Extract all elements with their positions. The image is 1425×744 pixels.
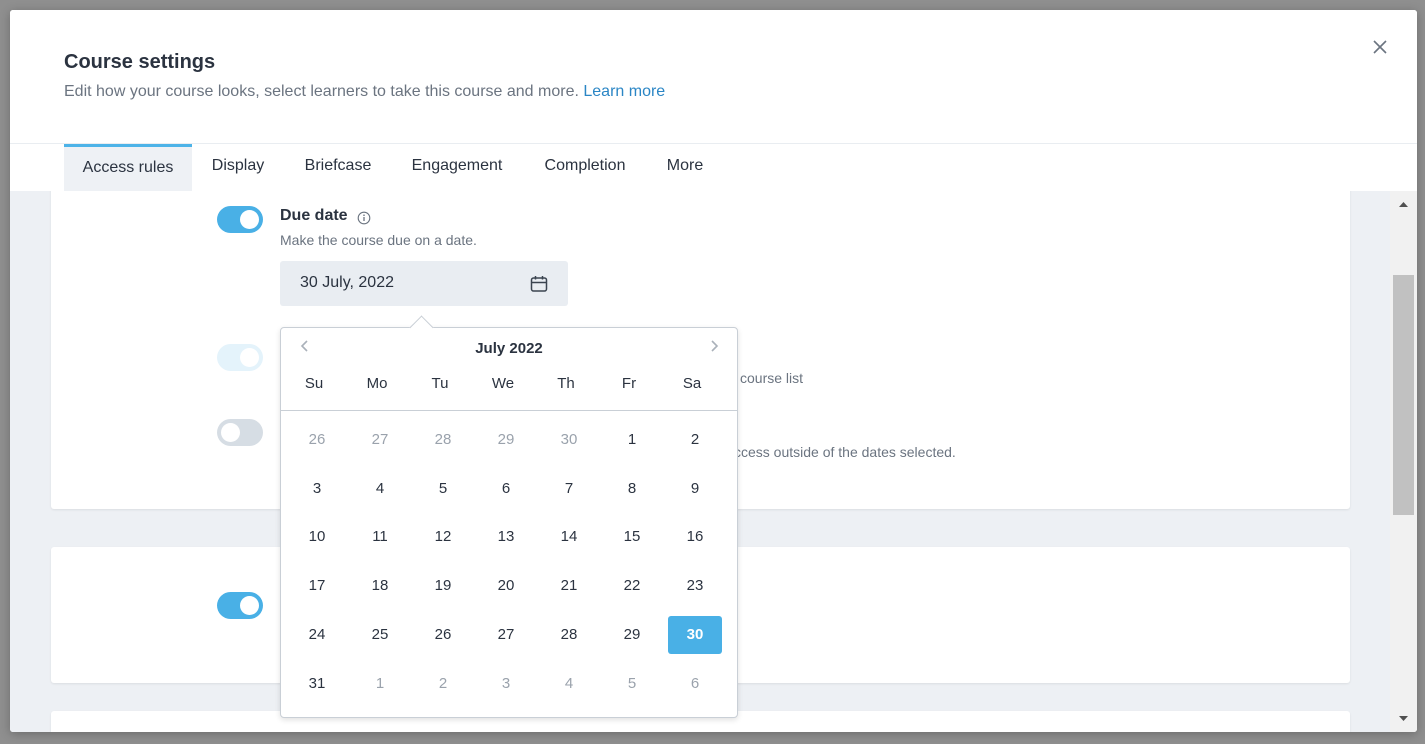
due-date-value: 30 July, 2022 xyxy=(300,274,394,291)
calendar-day[interactable]: 10 xyxy=(290,518,344,556)
calendar-day[interactable]: 22 xyxy=(605,567,659,605)
toggle-knob xyxy=(240,348,259,367)
close-icon[interactable] xyxy=(1369,36,1391,58)
scroll-down-arrow-icon[interactable] xyxy=(1390,712,1417,726)
calendar-day[interactable]: 1 xyxy=(605,421,659,459)
due-date-label: Due date xyxy=(280,207,348,224)
learn-more-link[interactable]: Learn more xyxy=(583,83,665,100)
modal-title: Course settings xyxy=(64,51,216,73)
course-list-description: course list xyxy=(740,370,804,386)
calendar-day[interactable]: 24 xyxy=(290,616,344,654)
calendar-day[interactable]: 15 xyxy=(605,518,659,556)
due-date-description: Make the course due on a date. xyxy=(280,232,477,248)
calendar-day[interactable]: 9 xyxy=(668,470,722,508)
calendar-day[interactable]: 27 xyxy=(353,421,407,459)
calendar-day[interactable]: 30 xyxy=(542,421,596,459)
tab-completion[interactable]: Completion xyxy=(530,144,640,191)
datepicker-month-label: July 2022 xyxy=(475,340,543,357)
calendar-day[interactable]: 8 xyxy=(605,470,659,508)
weekday-label: Mo xyxy=(366,375,388,392)
calendar-day[interactable]: 6 xyxy=(479,470,533,508)
calendar-day[interactable]: 29 xyxy=(479,421,533,459)
tab-more[interactable]: More xyxy=(655,144,715,191)
restrict-access-toggle[interactable] xyxy=(217,419,263,446)
tab-engagement[interactable]: Engagement xyxy=(398,144,516,191)
due-date-toggle[interactable] xyxy=(217,206,263,233)
selected-day[interactable]: 30 xyxy=(668,615,722,654)
calendar-day[interactable]: 21 xyxy=(542,567,596,605)
tab-access-rules[interactable]: Access rules xyxy=(64,144,192,191)
weekday-label: We xyxy=(491,375,515,392)
calendar-day[interactable]: 12 xyxy=(416,518,470,556)
calendar-day[interactable]: 5 xyxy=(416,470,470,508)
due-date-input[interactable]: 30 July, 2022 xyxy=(280,261,568,306)
weekday-label: Su xyxy=(304,375,324,392)
toggle-knob xyxy=(240,210,259,229)
calendar-day[interactable]: 26 xyxy=(416,616,470,654)
calendar-day[interactable]: 3 xyxy=(479,665,533,703)
calendar-day[interactable]: 25 xyxy=(353,616,407,654)
calendar-day[interactable]: 2 xyxy=(416,665,470,703)
calendar-day[interactable]: 18 xyxy=(353,567,407,605)
weekday-label: Th xyxy=(557,375,575,392)
calendar-day[interactable]: 16 xyxy=(668,518,722,556)
access-outside-description: ccess outside of the dates selected. xyxy=(734,444,956,460)
weekday-label: Tu xyxy=(431,375,449,392)
modal-header: Course settings Edit how your course loo… xyxy=(10,10,1417,143)
calendar-day[interactable]: 31 xyxy=(290,665,344,703)
calendar-day[interactable]: 3 xyxy=(290,470,344,508)
modal-subtitle-text: Edit how your course looks, select learn… xyxy=(64,83,579,100)
calendar-day[interactable]: 17 xyxy=(290,567,344,605)
calendar-day[interactable]: 5 xyxy=(605,665,659,703)
scrollbar[interactable] xyxy=(1390,191,1417,732)
calendar-day[interactable]: 29 xyxy=(605,616,659,654)
calendar-day[interactable]: 23 xyxy=(668,567,722,605)
calendar-day[interactable]: 27 xyxy=(479,616,533,654)
calendar-day[interactable]: 14 xyxy=(542,518,596,556)
calendar-day[interactable]: 11 xyxy=(353,518,407,556)
datepicker-divider xyxy=(281,410,737,411)
show-in-list-toggle[interactable] xyxy=(217,344,263,371)
calendar-day[interactable]: 6 xyxy=(668,665,722,703)
weekday-label: Fr xyxy=(621,375,637,392)
calendar-day[interactable]: 26 xyxy=(290,421,344,459)
tab-briefcase[interactable]: Briefcase xyxy=(290,144,386,191)
calendar-day[interactable]: 7 xyxy=(542,470,596,508)
datepicker-popup: July 2022 Su Mo Tu We Th Fr Sa 26 27 28 29 30 1 2 3 4 5… xyxy=(280,315,738,718)
calendar-day[interactable]: 13 xyxy=(479,518,533,556)
toggle-knob xyxy=(221,423,240,442)
calendar-day[interactable]: 28 xyxy=(416,421,470,459)
setting-toggle-2[interactable] xyxy=(217,592,263,619)
calendar-day[interactable]: 1 xyxy=(353,665,407,703)
modal-subtitle: Edit how your course looks, select learn… xyxy=(64,83,665,101)
info-icon[interactable] xyxy=(357,211,371,225)
chevron-right-icon[interactable] xyxy=(706,338,722,354)
weekday-label: Sa xyxy=(682,375,702,392)
calendar-day[interactable]: 4 xyxy=(542,665,596,703)
calendar-icon[interactable] xyxy=(529,274,549,294)
tab-display[interactable]: Display xyxy=(196,144,280,191)
scroll-up-arrow-icon[interactable] xyxy=(1390,197,1417,211)
calendar-day[interactable]: 4 xyxy=(353,470,407,508)
calendar-day[interactable]: 19 xyxy=(416,567,470,605)
calendar-day[interactable]: 2 xyxy=(668,421,722,459)
scrollbar-thumb[interactable] xyxy=(1393,275,1414,515)
settings-tabs: Access rules Display Briefcase Engagemen… xyxy=(10,143,1417,192)
calendar-day[interactable]: 28 xyxy=(542,616,596,654)
calendar-day[interactable]: 20 xyxy=(479,567,533,605)
toggle-knob xyxy=(240,596,259,615)
